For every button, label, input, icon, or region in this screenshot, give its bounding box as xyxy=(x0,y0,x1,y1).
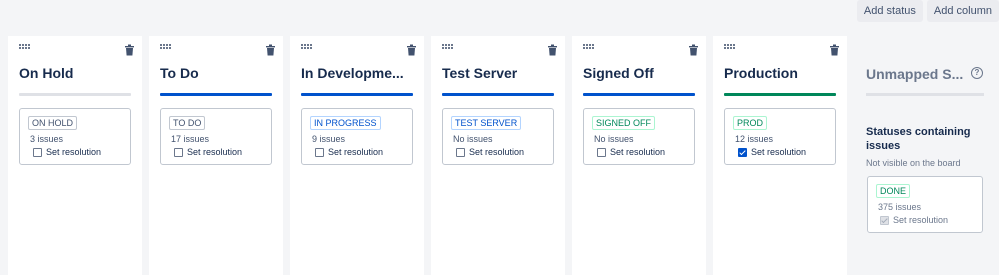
set-resolution-row: Set resolution xyxy=(880,215,948,225)
set-resolution-checkbox[interactable] xyxy=(315,147,324,157)
status-card[interactable]: TO DO 17 issues Set resolution xyxy=(160,108,272,165)
drag-handle-icon[interactable] xyxy=(724,44,736,50)
drag-handle-icon[interactable] xyxy=(160,44,172,50)
set-resolution-label: Set resolution xyxy=(469,147,525,157)
board-column[interactable]: On Hold ON HOLD 3 issues Set resolution xyxy=(8,36,142,275)
toolbar: Add status Add column xyxy=(856,0,999,24)
issue-count: No issues xyxy=(453,134,493,144)
set-resolution-row: Set resolution xyxy=(456,147,524,157)
column-color-bar xyxy=(19,93,131,96)
drag-handle-icon[interactable] xyxy=(301,44,313,50)
issue-count: 17 issues xyxy=(171,134,210,144)
column-color-bar xyxy=(724,93,836,96)
column-color-bar xyxy=(160,93,272,96)
set-resolution-checkbox[interactable] xyxy=(597,147,606,157)
board-column[interactable]: In Developme... IN PROGRESS 9 issues Set re… xyxy=(290,36,424,275)
status-lozenge: TO DO xyxy=(169,116,206,130)
set-resolution-row: Set resolution xyxy=(33,147,101,157)
column-color-bar xyxy=(442,93,554,96)
status-lozenge: SIGNED OFF xyxy=(592,116,656,130)
board-column[interactable]: To Do TO DO 17 issues Set resolution xyxy=(149,36,283,275)
column-title[interactable]: Test Server xyxy=(442,65,554,81)
unmapped-column-title: Unmapped S... xyxy=(866,66,964,82)
status-lozenge: ON HOLD xyxy=(28,116,78,130)
column-title[interactable]: In Developme... xyxy=(301,65,413,81)
set-resolution-label: Set resolution xyxy=(46,147,102,157)
trash-icon[interactable] xyxy=(829,43,840,56)
column-color-bar xyxy=(301,93,413,96)
issue-count: 12 issues xyxy=(735,134,774,144)
issue-count: 375 issues xyxy=(878,202,922,212)
set-resolution-label: Set resolution xyxy=(751,147,807,157)
set-resolution-label: Set resolution xyxy=(328,147,384,157)
status-card[interactable]: ON HOLD 3 issues Set resolution xyxy=(19,108,131,165)
set-resolution-row: Set resolution xyxy=(174,147,242,157)
column-title[interactable]: To Do xyxy=(160,65,272,81)
status-card[interactable]: TEST SERVER No issues Set resolution xyxy=(442,108,554,165)
set-resolution-row: Set resolution xyxy=(315,147,383,157)
column-title[interactable]: Signed Off xyxy=(583,65,695,81)
board-column[interactable]: Signed Off SIGNED OFF No issues Set resolut… xyxy=(572,36,706,275)
status-lozenge: PROD xyxy=(733,116,768,130)
question-circle-icon[interactable]: ? xyxy=(971,67,983,79)
status-lozenge: IN PROGRESS xyxy=(310,116,381,130)
set-resolution-row: Set resolution xyxy=(738,147,806,157)
board-columns: On Hold ON HOLD 3 issues Set resolution To D… xyxy=(8,36,847,275)
set-resolution-label: Set resolution xyxy=(187,147,243,157)
issue-count: No issues xyxy=(594,134,634,144)
drag-handle-icon[interactable] xyxy=(19,44,31,50)
set-resolution-checkbox[interactable] xyxy=(174,147,183,157)
drag-handle-icon[interactable] xyxy=(583,44,595,50)
unmapped-heading: Statuses containing issues xyxy=(866,126,971,152)
add-status-button[interactable]: Add status xyxy=(856,0,923,22)
set-resolution-label: Set resolution xyxy=(893,215,949,225)
status-card[interactable]: PROD 12 issues Set resolution xyxy=(724,108,836,165)
status-card-done[interactable]: DONE 375 issues Set resolution xyxy=(867,176,983,233)
add-column-button[interactable]: Add column xyxy=(926,0,999,22)
unmapped-subtext: Not visible on the board xyxy=(866,158,961,168)
status-lozenge: DONE xyxy=(876,184,911,198)
set-resolution-row: Set resolution xyxy=(597,147,665,157)
status-card[interactable]: IN PROGRESS 9 issues Set resolution xyxy=(301,108,413,165)
column-title[interactable]: On Hold xyxy=(19,65,131,81)
trash-icon[interactable] xyxy=(265,43,276,56)
board-column[interactable]: Test Server TEST SERVER No issues Set resol… xyxy=(431,36,565,275)
trash-icon[interactable] xyxy=(124,43,135,56)
status-lozenge: TEST SERVER xyxy=(451,116,522,130)
column-color-bar xyxy=(583,93,695,96)
drag-handle-icon[interactable] xyxy=(442,44,454,50)
column-title[interactable]: Production xyxy=(724,65,836,81)
column-divider xyxy=(866,93,984,96)
set-resolution-label: Set resolution xyxy=(610,147,666,157)
status-card[interactable]: SIGNED OFF No issues Set resolution xyxy=(583,108,695,165)
unmapped-statuses-column: Unmapped S... ? Statuses containing issu… xyxy=(855,36,991,275)
trash-icon[interactable] xyxy=(406,43,417,56)
set-resolution-checkbox[interactable] xyxy=(738,147,747,157)
trash-icon[interactable] xyxy=(547,43,558,56)
set-resolution-checkbox[interactable] xyxy=(33,147,42,157)
issue-count: 9 issues xyxy=(312,134,346,144)
set-resolution-checkbox[interactable] xyxy=(456,147,465,157)
board-column[interactable]: Production PROD 12 issues Set resolution xyxy=(713,36,847,275)
trash-icon[interactable] xyxy=(688,43,699,56)
issue-count: 3 issues xyxy=(30,134,64,144)
set-resolution-checkbox[interactable] xyxy=(880,215,889,225)
